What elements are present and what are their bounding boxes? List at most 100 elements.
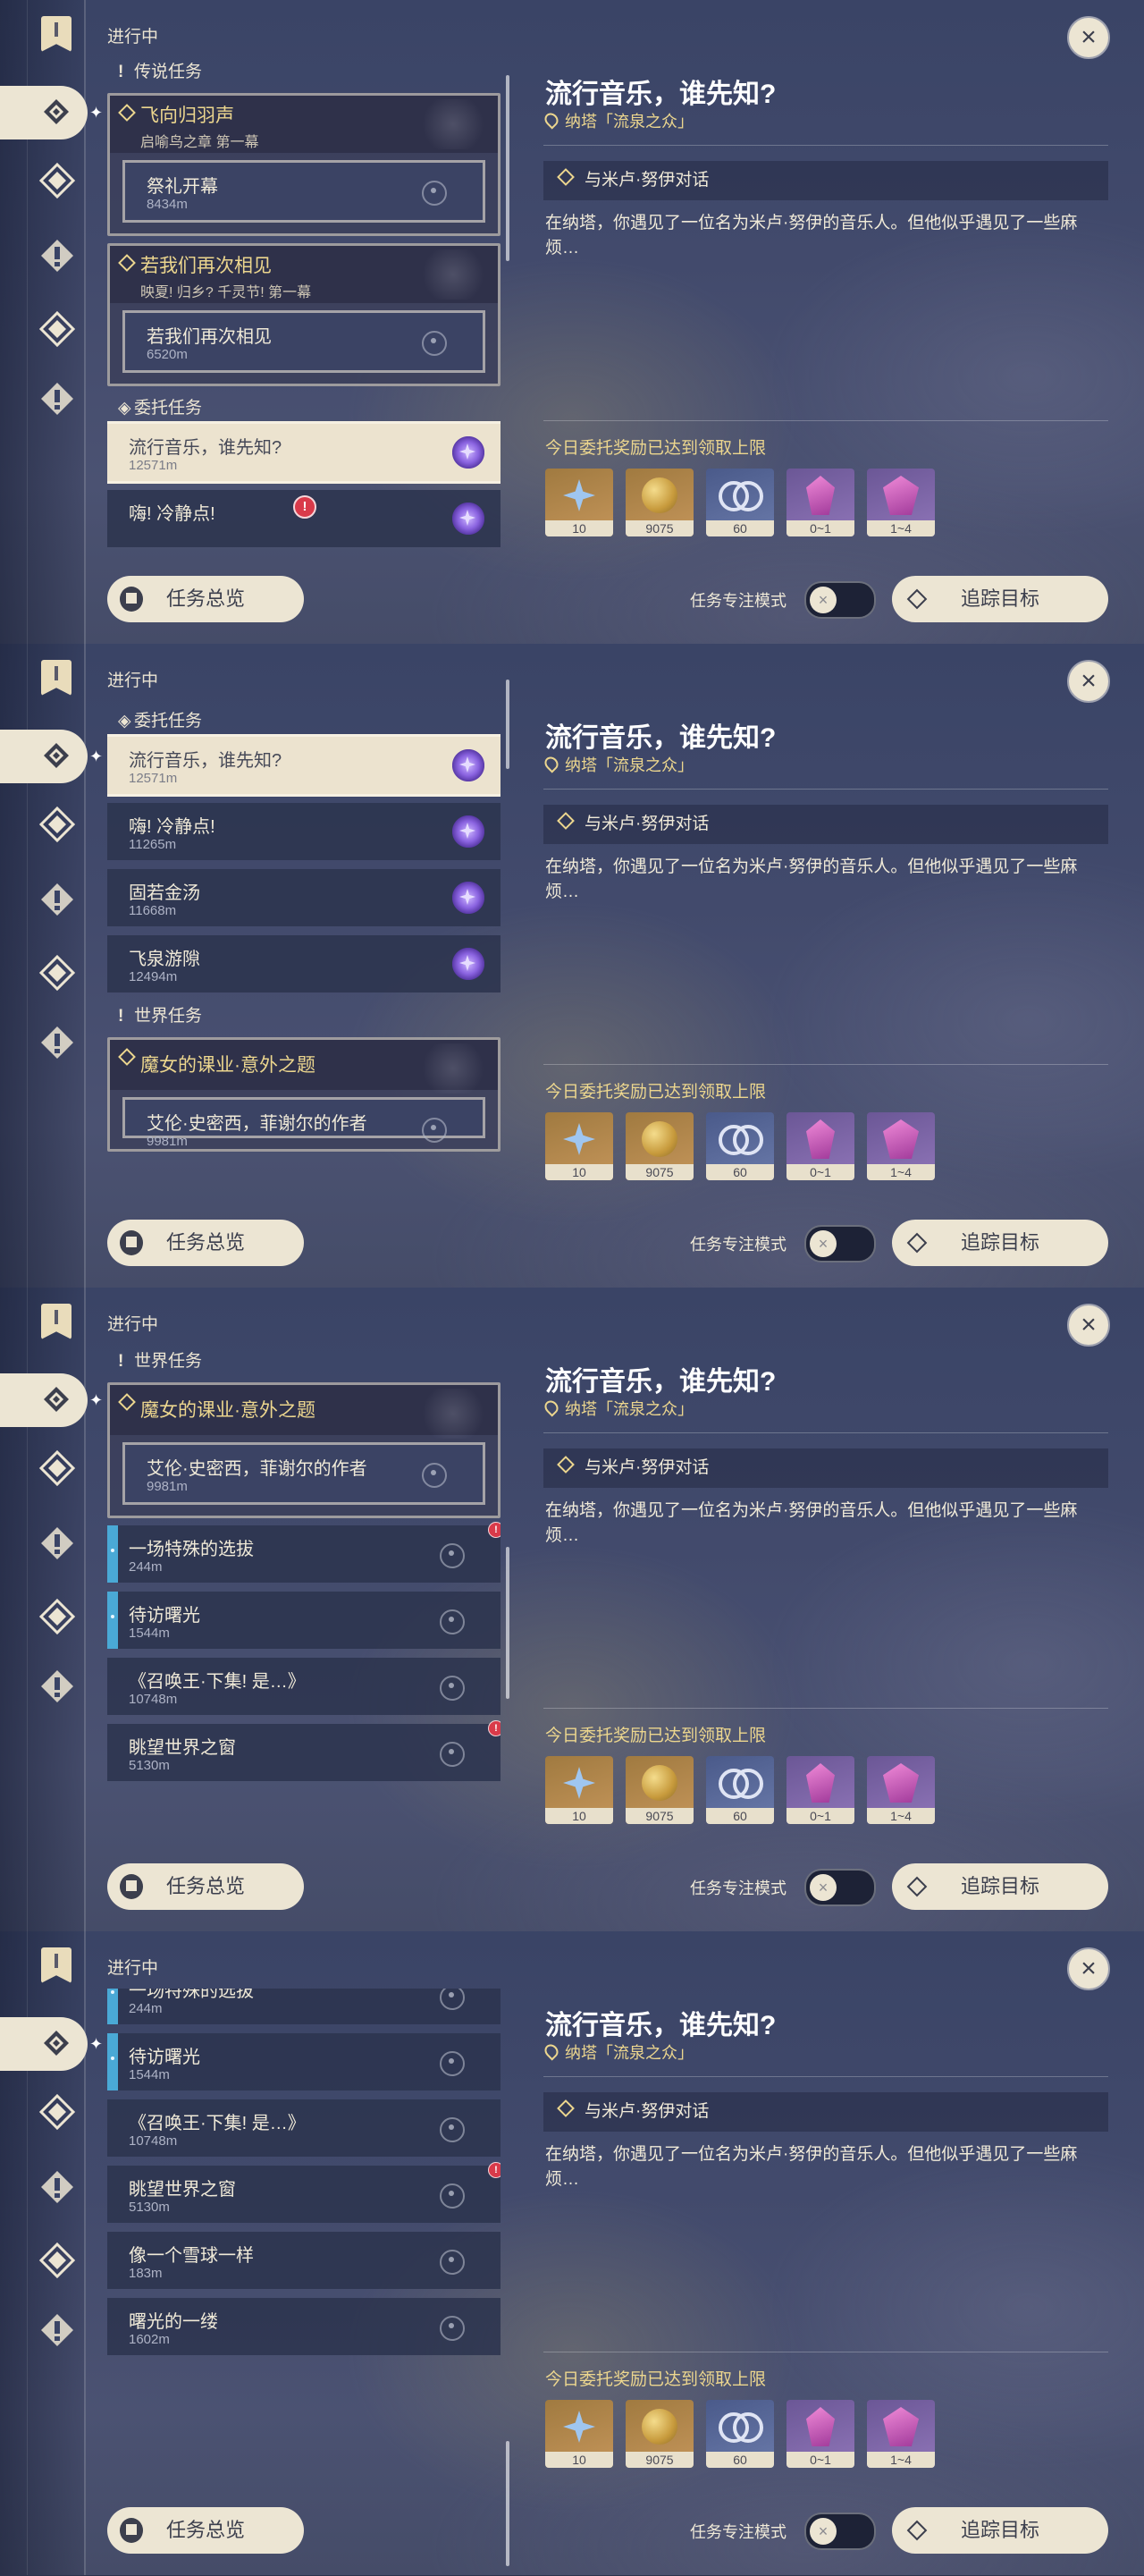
world-quest-item[interactable]: 像一个雪球一样 183m <box>107 2232 500 2289</box>
tab-world-quests[interactable] <box>38 2310 77 2350</box>
reward-item[interactable]: 9075 <box>626 2400 694 2468</box>
world-quest-item[interactable]: 待访曙光 1544m <box>107 2033 500 2090</box>
world-quest-item[interactable]: 《召唤王·下集! 是…》 10748m <box>107 1658 500 1715</box>
reward-item[interactable]: 1~4 <box>867 469 935 536</box>
tab-commissions[interactable] <box>38 1597 77 1636</box>
map-pin-icon[interactable] <box>440 1676 465 1701</box>
reward-item[interactable]: 60 <box>706 469 774 536</box>
world-quest-item[interactable]: 眺望世界之窗 5130m ! <box>107 2162 500 2223</box>
tab-world-quests[interactable] <box>38 1023 77 1062</box>
list-scrollbar[interactable] <box>506 680 509 769</box>
reward-item[interactable]: 60 <box>706 1112 774 1180</box>
reward-item[interactable]: 10 <box>545 1112 613 1180</box>
map-pin-icon[interactable] <box>422 331 447 356</box>
world-quest-item[interactable]: 《召唤王·下集! 是…》 10748m <box>107 2099 500 2157</box>
tab-archon-quests[interactable] <box>38 1448 77 1488</box>
world-quest-item[interactable]: 待访曙光 1544m <box>107 1592 500 1649</box>
track-target-button[interactable]: 追踪目标 <box>892 1220 1108 1266</box>
quest-group[interactable]: 魔女的课业·意外之题 艾伦·史密西，菲谢尔的作者 9981m <box>107 1037 500 1152</box>
commission-item[interactable]: 嗨! 冷静点!! <box>107 490 500 547</box>
reward-item[interactable]: 10 <box>545 1756 613 1824</box>
close-button[interactable]: × <box>1067 660 1110 703</box>
commission-item[interactable]: 流行音乐，谁先知? 12571m <box>107 421 500 484</box>
map-pin-icon[interactable] <box>440 2316 465 2341</box>
tab-archon-quests[interactable] <box>38 2092 77 2132</box>
commission-item[interactable]: 流行音乐，谁先知? 12571m <box>107 734 500 797</box>
quest-step[interactable]: 艾伦·史密西，菲谢尔的作者 9981m <box>122 1442 485 1505</box>
quest-overview-button[interactable]: 任务总览 <box>107 1863 304 1910</box>
tab-archon-quests[interactable] <box>38 161 77 200</box>
quest-list[interactable]: 12494m!世界任务 魔女的课业·意外之题 艾伦·史密西，菲谢尔的作者9981… <box>107 1345 500 1837</box>
close-button[interactable]: × <box>1067 1947 1110 1990</box>
reward-item[interactable]: 9075 <box>626 469 694 536</box>
reward-item[interactable]: 60 <box>706 2400 774 2468</box>
reward-item[interactable]: 1~4 <box>867 1112 935 1180</box>
tab-world-quests[interactable] <box>38 1667 77 1706</box>
tab-world-quests[interactable] <box>38 379 77 418</box>
quest-step[interactable]: 艾伦·史密西，菲谢尔的作者 9981m <box>122 1097 485 1149</box>
map-pin-icon[interactable] <box>422 1118 447 1143</box>
map-pin-icon[interactable] <box>440 2117 465 2142</box>
reward-item[interactable]: 10 <box>545 469 613 536</box>
quest-overview-button[interactable]: 任务总览 <box>107 1220 304 1266</box>
close-button[interactable]: × <box>1067 1304 1110 1347</box>
close-button[interactable]: × <box>1067 16 1110 59</box>
commission-item[interactable]: 嗨! 冷静点! 11265m <box>107 803 500 860</box>
quest-group[interactable]: 魔女的课业·意外之题 艾伦·史密西，菲谢尔的作者 9981m <box>107 1382 500 1518</box>
track-target-button[interactable]: 追踪目标 <box>892 1863 1108 1910</box>
map-pin-icon[interactable] <box>440 1543 465 1568</box>
reward-item[interactable]: 9075 <box>626 1756 694 1824</box>
focus-mode-toggle[interactable]: × <box>804 581 876 619</box>
map-pin-icon[interactable] <box>440 1989 465 2010</box>
quest-group[interactable]: 飞向归羽声 启喻鸟之章 第一幕 祭礼开幕 8434m <box>107 93 500 236</box>
tab-story-quests[interactable] <box>38 2167 77 2207</box>
tab-all-quests[interactable] <box>0 2017 88 2071</box>
map-pin-icon[interactable] <box>440 2051 465 2076</box>
world-quest-item[interactable]: 一场特殊的选拔244m ! <box>107 1989 500 2024</box>
tab-story-quests[interactable] <box>38 1524 77 1563</box>
map-pin-icon[interactable] <box>422 181 447 206</box>
focus-mode-toggle[interactable]: × <box>804 1225 876 1263</box>
commission-item[interactable]: 固若金汤 11668m <box>107 869 500 926</box>
quest-list[interactable]: ! 传说任务 飞向归羽声 启喻鸟之章 第一幕 祭礼开幕 8434m 若我们再次相见 … <box>107 57 500 549</box>
tab-story-quests[interactable] <box>38 880 77 919</box>
map-pin-icon[interactable] <box>440 2183 465 2209</box>
quest-group[interactable]: 若我们再次相见 映夏! 归乡? 千灵节! 第一幕 若我们再次相见 6520m <box>107 243 500 386</box>
reward-item[interactable]: 0~1 <box>786 1756 854 1824</box>
track-target-button[interactable]: 追踪目标 <box>892 576 1108 622</box>
quest-list[interactable]: 6520m◈委托任务 流行音乐，谁先知?12571m 嗨! 冷静点!11265m… <box>107 701 500 1193</box>
world-quest-item[interactable]: 眺望世界之窗 5130m ! <box>107 1720 500 1781</box>
quest-step[interactable]: 祭礼开幕 8434m <box>122 160 485 223</box>
commission-item[interactable]: 飞泉游隙 12494m <box>107 935 500 992</box>
reward-item[interactable]: 9075 <box>626 1112 694 1180</box>
world-quest-item[interactable]: 曙光的一缕 1602m <box>107 2298 500 2355</box>
tab-commissions[interactable] <box>38 953 77 992</box>
list-scrollbar[interactable] <box>506 1547 509 1699</box>
map-pin-icon[interactable] <box>422 1463 447 1488</box>
quest-overview-button[interactable]: 任务总览 <box>107 576 304 622</box>
tab-all-quests[interactable] <box>0 86 88 139</box>
reward-item[interactable]: 0~1 <box>786 2400 854 2468</box>
map-pin-icon[interactable] <box>440 1609 465 1634</box>
reward-item[interactable]: 0~1 <box>786 469 854 536</box>
tab-story-quests[interactable] <box>38 236 77 275</box>
tab-commissions[interactable] <box>38 2241 77 2280</box>
list-scrollbar[interactable] <box>506 2441 509 2566</box>
focus-mode-toggle[interactable]: × <box>804 2513 876 2550</box>
quest-list[interactable]: 一场特殊的选拔244m ! 待访曙光1544m 《召唤王·下集! 是…》1074… <box>107 1989 500 2480</box>
tab-all-quests[interactable] <box>0 1373 88 1427</box>
world-quest-item[interactable]: 一场特殊的选拔244m ! <box>107 1522 500 1583</box>
track-target-button[interactable]: 追踪目标 <box>892 2507 1108 2554</box>
list-scrollbar[interactable] <box>506 75 509 261</box>
tab-all-quests[interactable] <box>0 730 88 783</box>
map-pin-icon[interactable] <box>440 1742 465 1767</box>
reward-item[interactable]: 60 <box>706 1756 774 1824</box>
tab-commissions[interactable] <box>38 309 77 349</box>
quest-step[interactable]: 若我们再次相见 6520m <box>122 310 485 373</box>
quest-overview-button[interactable]: 任务总览 <box>107 2507 304 2554</box>
focus-mode-toggle[interactable]: × <box>804 1869 876 1906</box>
reward-item[interactable]: 1~4 <box>867 1756 935 1824</box>
reward-item[interactable]: 1~4 <box>867 2400 935 2468</box>
tab-archon-quests[interactable] <box>38 805 77 844</box>
reward-item[interactable]: 10 <box>545 2400 613 2468</box>
